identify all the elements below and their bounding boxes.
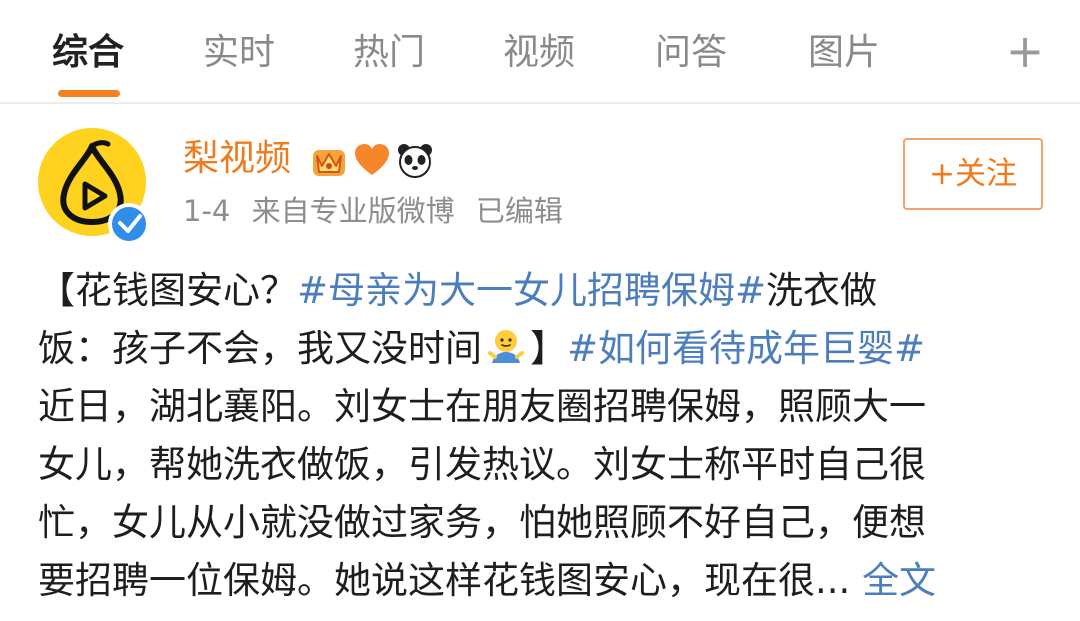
post-text-segment: 】 (530, 327, 567, 370)
orange-heart-icon[interactable] (352, 140, 392, 180)
full-text-link[interactable]: 全文 (862, 559, 936, 602)
tab-images[interactable]: 图片 (808, 28, 880, 78)
tab-comprehensive[interactable]: 综合 (52, 28, 124, 78)
post-text-segment: 洗衣做 (766, 269, 878, 312)
author-name[interactable]: 梨视频 (183, 133, 291, 185)
topic-link-mother-hires-nanny[interactable]: #母亲为大一女儿招聘保姆# (297, 269, 766, 312)
post-text-segment: 饭：孩子不会，我又没时间 (38, 327, 482, 370)
post-source: 来自专业版微博 (251, 194, 455, 228)
add-tab-button[interactable]: + (1002, 26, 1048, 76)
panda-icon[interactable] (395, 140, 435, 180)
post-line: 忙，女儿从小就没做过家务，怕她照顾不好自己，便想 (38, 501, 926, 544)
tab-hot[interactable]: 热门 (353, 28, 425, 78)
verified-badge-icon (108, 203, 150, 245)
post-text-segment: 【花钱图安心？ (38, 269, 297, 312)
tab-qa[interactable]: 问答 (655, 28, 727, 78)
post-line: 近日，湖北襄阳。刘女士在朋友圈招聘保姆，照顾大一 (38, 385, 926, 428)
follow-button[interactable]: +关注 (903, 138, 1043, 210)
tab-realtime[interactable]: 实时 (203, 28, 275, 78)
post-edited[interactable]: 已编辑 (476, 194, 563, 228)
tab-bar: 综合 实时 热门 视频 问答 图片 + (0, 0, 1080, 104)
post-line: 女儿，帮她洗衣做饭，引发热议。刘女士称平时自己很 (38, 443, 926, 486)
topic-link-adult-baby[interactable]: #如何看待成年巨婴# (567, 327, 925, 370)
shrug-emoji-icon (486, 326, 526, 366)
post-meta: 1-4 来自专业版微博 已编辑 (183, 190, 575, 232)
post-line: 要招聘一位保姆。她说这样花钱图安心，现在很... 全文 (38, 552, 1048, 610)
post-line: 【花钱图安心？#母亲为大一女儿招聘保姆#洗衣做 (38, 262, 1048, 320)
crown-badge-icon[interactable] (309, 140, 349, 180)
tab-video[interactable]: 视频 (503, 28, 575, 78)
post-text: 【花钱图安心？#母亲为大一女儿招聘保姆#洗衣做 饭：孩子不会，我又没时间 】#如… (38, 262, 1048, 610)
post-date: 1-4 (183, 194, 231, 228)
post-line: 饭：孩子不会，我又没时间 】#如何看待成年巨婴# (38, 320, 1048, 378)
active-tab-indicator (58, 90, 120, 97)
post-text-segment: 要招聘一位保姆。她说这样花钱图安心，现在很... (38, 559, 851, 602)
